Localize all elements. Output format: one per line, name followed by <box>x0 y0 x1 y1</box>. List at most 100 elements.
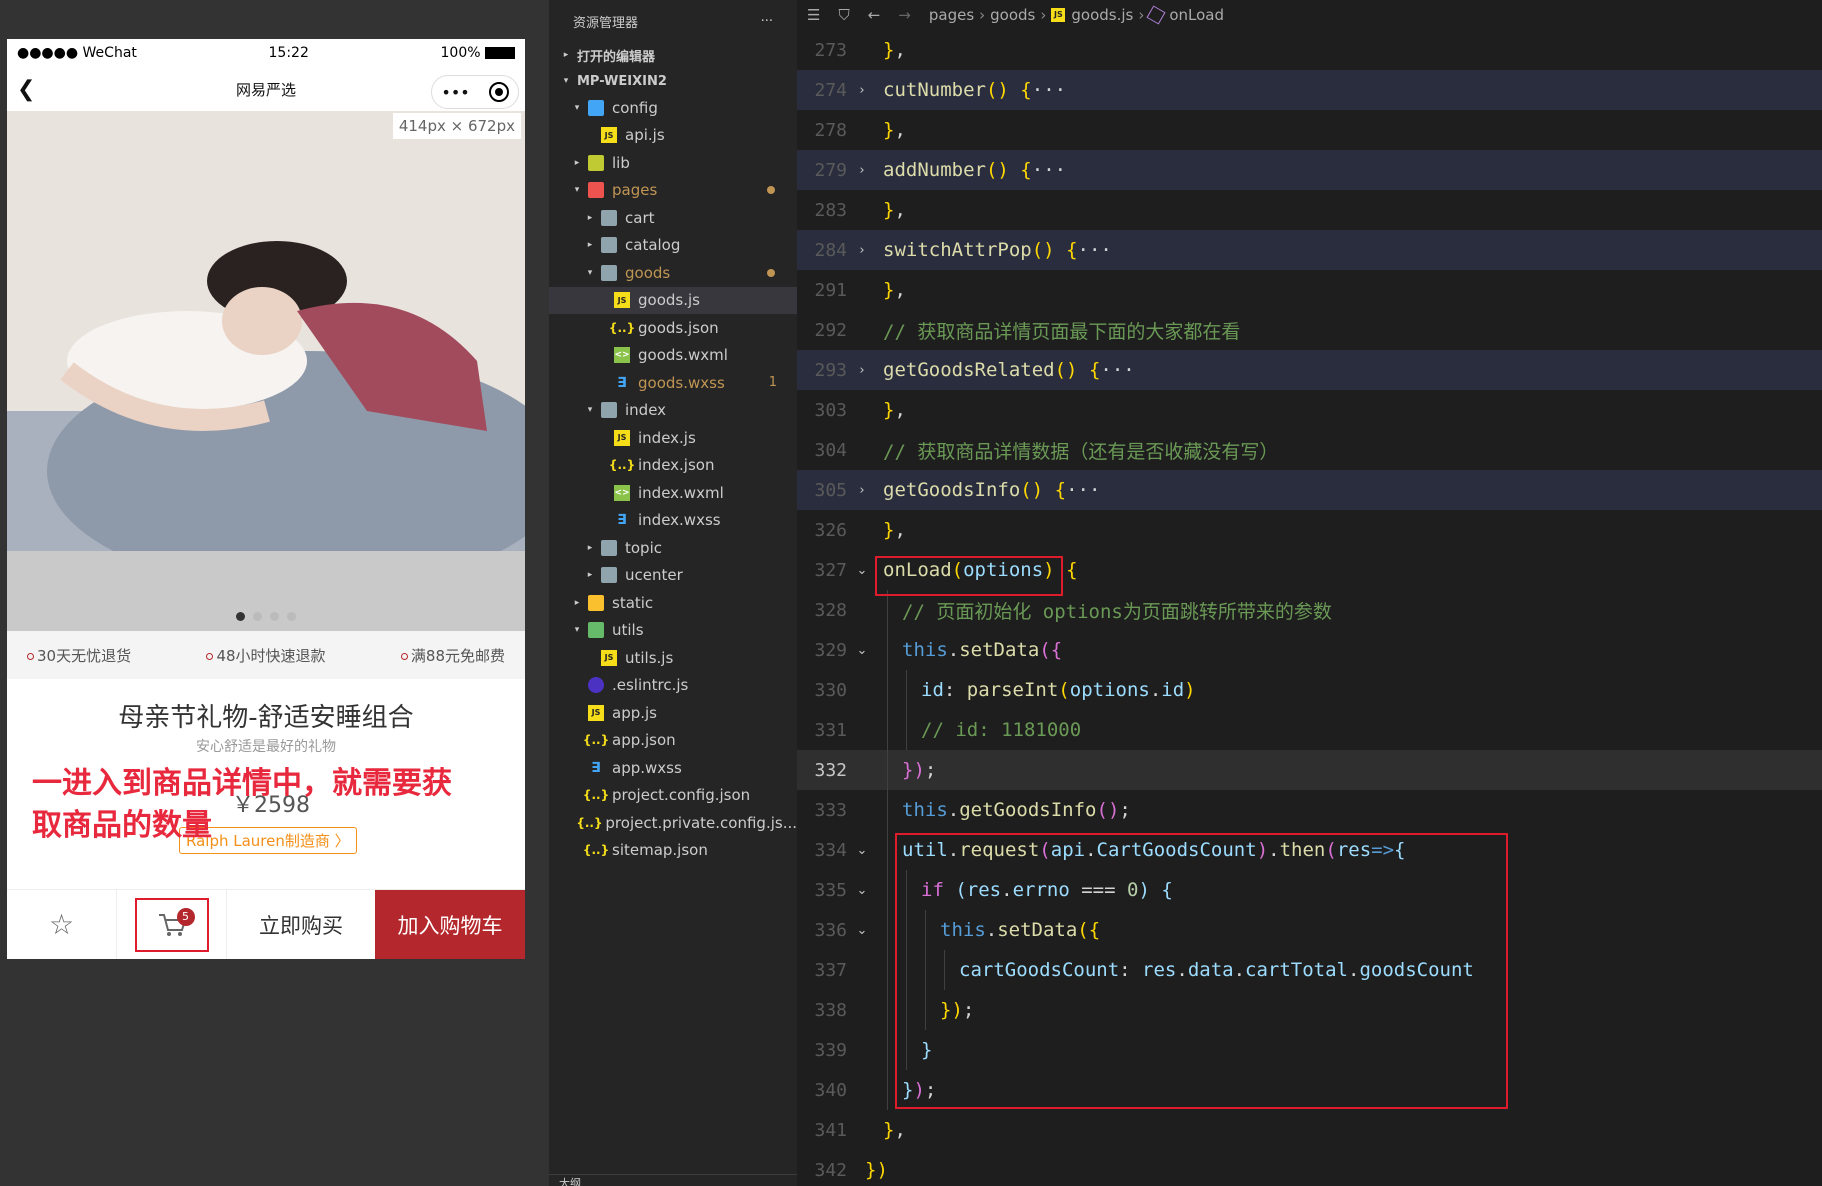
tree-item[interactable]: ▾ index <box>549 397 797 425</box>
code-line[interactable]: 335 ⌄ if (res.errno === 0) { <box>797 870 1822 910</box>
fold-collapsed-icon[interactable]: › <box>847 83 877 98</box>
breadcrumb-item[interactable]: pages <box>929 6 974 24</box>
carousel-dot[interactable] <box>270 612 279 621</box>
code-line[interactable]: 337 cartGoodsCount: res.data.cartTotal.go… <box>797 950 1822 990</box>
fold-expanded-icon[interactable]: ⌄ <box>847 563 877 578</box>
tree-item[interactable]: ▸ ucenter <box>549 562 797 590</box>
tree-item[interactable]: JS app.js <box>549 699 797 727</box>
code-line[interactable]: 326}, <box>797 510 1822 550</box>
chevron-right-icon[interactable]: ▸ <box>583 240 597 250</box>
carousel-dot[interactable] <box>236 612 245 621</box>
breadcrumb-item[interactable]: goods <box>990 6 1035 24</box>
tree-item[interactable]: ▾ utils <box>549 617 797 645</box>
code-line[interactable]: 334 ⌄ util.request(api.CartGoodsCount).the… <box>797 830 1822 870</box>
code-line[interactable]: 304 // 获取商品详情数据（还有是否收藏没有写） <box>797 430 1822 470</box>
tree-item[interactable]: JS goods.js <box>549 286 797 314</box>
chevron-right-icon[interactable]: ▸ <box>570 158 584 168</box>
collect-button[interactable]: ☆ <box>7 890 117 959</box>
tree-item[interactable]: .eslintrc.js <box>549 672 797 700</box>
code-line[interactable]: 327 ⌄ onLoad(options) { <box>797 550 1822 590</box>
code-line[interactable]: 328 // 页面初始化 options为页面跳转所带来的参数 <box>797 590 1822 630</box>
add-to-cart-button[interactable]: 加入购物车 <box>375 890 525 959</box>
tree-item[interactable]: ▸ topic <box>549 534 797 562</box>
code-line[interactable]: 336 ⌄ this.setData({ <box>797 910 1822 950</box>
code-line[interactable]: 340}); <box>797 1070 1822 1110</box>
tree-item[interactable]: ▸ static <box>549 589 797 617</box>
breadcrumb-item[interactable]: goods.js <box>1071 6 1133 24</box>
fold-expanded-icon[interactable]: ⌄ <box>847 923 877 938</box>
more-icon[interactable]: ••• <box>441 83 469 102</box>
back-icon[interactable]: ❮ <box>17 77 35 102</box>
outline-section[interactable]: 大纲 <box>549 1174 797 1186</box>
project-section[interactable]: ▾ MP-WEIXIN2 <box>549 68 797 94</box>
back-arrow-icon[interactable]: ← <box>868 6 881 24</box>
carousel-dot[interactable] <box>287 612 296 621</box>
chevron-down-icon[interactable]: ▾ <box>570 185 584 195</box>
tree-item[interactable]: {..} app.json <box>549 727 797 755</box>
code-line[interactable]: 279 › addNumber() {··· <box>797 150 1822 190</box>
tree-item[interactable]: ▾ config <box>549 94 797 122</box>
fold-expanded-icon[interactable]: ⌄ <box>847 843 877 858</box>
tree-item[interactable]: <> goods.wxml <box>549 342 797 370</box>
chevron-down-icon[interactable]: ▾ <box>570 625 584 635</box>
code-line[interactable]: 333 this.getGoodsInfo(); <box>797 790 1822 830</box>
code-line[interactable]: 303}, <box>797 390 1822 430</box>
code-line[interactable]: 278}, <box>797 110 1822 150</box>
fold-collapsed-icon[interactable]: › <box>847 483 877 498</box>
code-line[interactable]: 293 › getGoodsRelated() {··· <box>797 350 1822 390</box>
tree-item[interactable]: ▸ catalog <box>549 232 797 260</box>
tree-item[interactable]: JS utils.js <box>549 644 797 672</box>
code-line[interactable]: 291}, <box>797 270 1822 310</box>
chevron-right-icon[interactable]: ▸ <box>583 543 597 553</box>
menu-capsule[interactable]: ••• <box>431 75 519 109</box>
tree-item[interactable]: ▸ cart <box>549 204 797 232</box>
chevron-down-icon[interactable]: ▾ <box>583 405 597 415</box>
code-line[interactable]: 292 // 获取商品详情页面最下面的大家都在看 <box>797 310 1822 350</box>
chevron-down-icon[interactable]: ▾ <box>570 103 584 113</box>
chevron-down-icon[interactable]: ▾ <box>583 268 597 278</box>
buy-now-button[interactable]: 立即购买 <box>227 890 375 959</box>
code-line[interactable]: 341}, <box>797 1110 1822 1150</box>
tree-item[interactable]: ▸ lib <box>549 149 797 177</box>
code-line[interactable]: 338}); <box>797 990 1822 1030</box>
tree-item[interactable]: ∃ app.wxss <box>549 754 797 782</box>
tree-item[interactable]: <> index.wxml <box>549 479 797 507</box>
breadcrumb-item[interactable]: onLoad <box>1169 6 1224 24</box>
bookmark-icon[interactable]: ⛉ <box>838 6 849 24</box>
code-line[interactable]: 332}); <box>797 750 1822 790</box>
tree-item[interactable]: JS api.js <box>549 122 797 150</box>
cart-button[interactable]: 5 <box>117 890 227 959</box>
close-miniprogram-icon[interactable] <box>488 82 509 102</box>
tree-item[interactable]: {..} sitemap.json <box>549 837 797 865</box>
tree-item[interactable]: ∃ index.wxss <box>549 507 797 535</box>
code-line[interactable]: 339} <box>797 1030 1822 1070</box>
fold-expanded-icon[interactable]: ⌄ <box>847 643 877 658</box>
tree-item[interactable]: {..} index.json <box>549 452 797 480</box>
list-icon[interactable]: ☰ <box>807 6 820 24</box>
fold-collapsed-icon[interactable]: › <box>847 243 877 258</box>
code-line[interactable]: 274 › cutNumber() {··· <box>797 70 1822 110</box>
code-line[interactable]: 329 ⌄ this.setData({ <box>797 630 1822 670</box>
code-line[interactable]: 283}, <box>797 190 1822 230</box>
tree-item[interactable]: JS index.js <box>549 424 797 452</box>
goods-banner[interactable]: 414px × 672px <box>7 111 525 631</box>
code-line[interactable]: 331 // id: 1181000 <box>797 710 1822 750</box>
chevron-right-icon[interactable]: ▸ <box>583 213 597 223</box>
code-line[interactable]: 342}) <box>797 1150 1822 1186</box>
chevron-right-icon[interactable]: ▸ <box>570 598 584 608</box>
tree-item[interactable]: ∃ goods.wxss 1 <box>549 369 797 397</box>
code-line[interactable]: 284 › switchAttrPop() {··· <box>797 230 1822 270</box>
fold-collapsed-icon[interactable]: › <box>847 163 877 178</box>
tree-item[interactable]: {..} project.private.config.js... <box>549 809 797 837</box>
code-line[interactable]: 273}, <box>797 30 1822 70</box>
tree-item[interactable]: ▾ pages <box>549 177 797 205</box>
tree-item[interactable]: {..} project.config.json <box>549 782 797 810</box>
tree-item[interactable]: ▾ goods <box>549 259 797 287</box>
fold-collapsed-icon[interactable]: › <box>847 363 877 378</box>
more-actions-icon[interactable]: ··· <box>761 14 773 29</box>
code-line[interactable]: 330 id: parseInt(options.id) <box>797 670 1822 710</box>
fold-expanded-icon[interactable]: ⌄ <box>847 883 877 898</box>
code-line[interactable]: 305 › getGoodsInfo() {··· <box>797 470 1822 510</box>
tree-item[interactable]: {..} goods.json <box>549 314 797 342</box>
chevron-right-icon[interactable]: ▸ <box>583 570 597 580</box>
